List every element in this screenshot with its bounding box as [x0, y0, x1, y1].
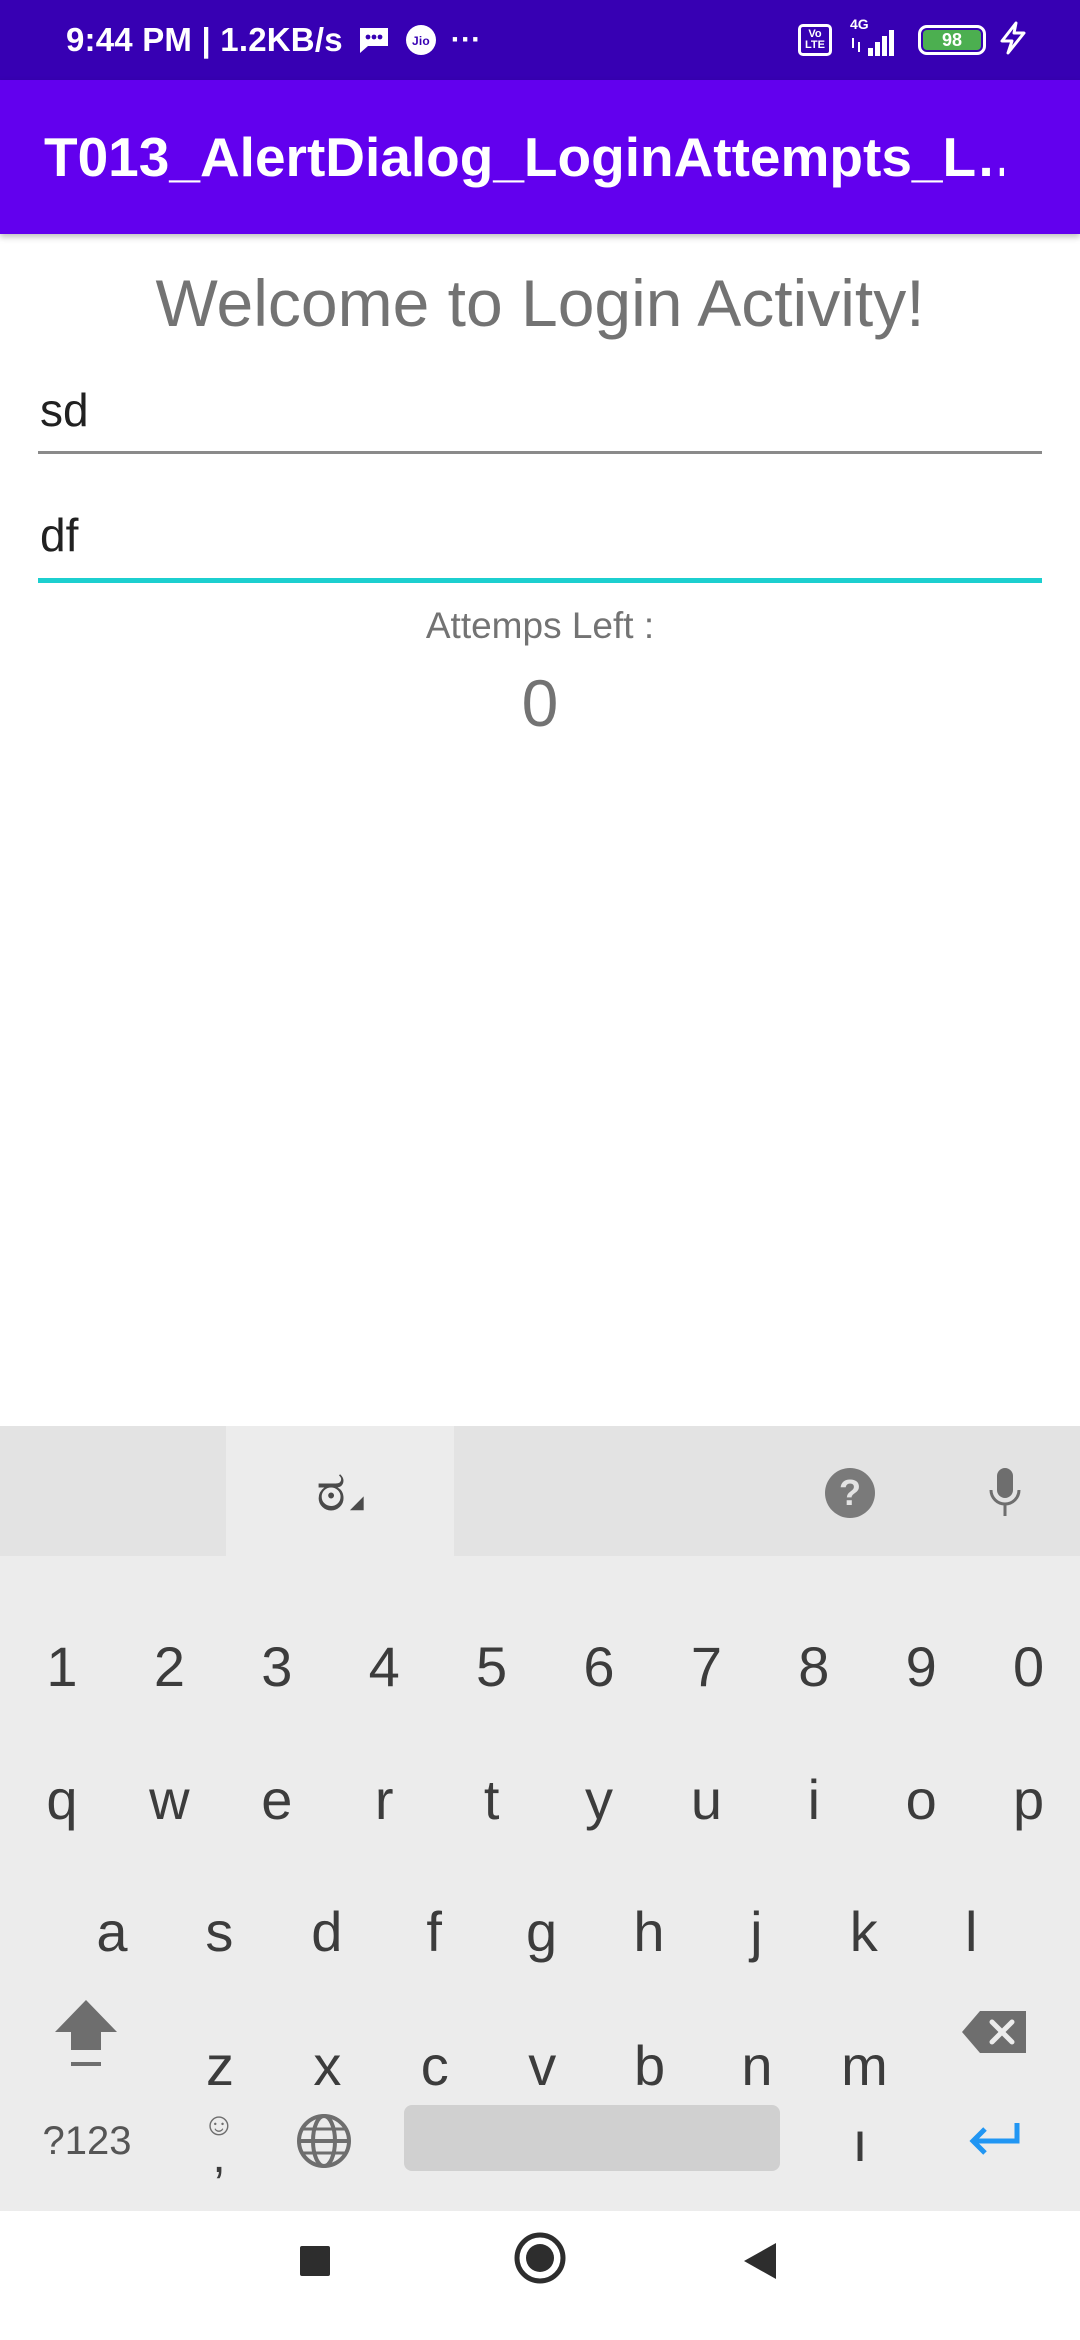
signal-icon: 4G	[844, 16, 906, 62]
key-row-numbers-0[interactable]: 1	[18, 1611, 106, 1721]
key-row-1-5[interactable]: y	[555, 1744, 643, 1854]
username-field[interactable]: sd	[38, 383, 1042, 455]
key-row-1-0[interactable]: q	[18, 1744, 106, 1854]
key-row-1-3[interactable]: r	[340, 1744, 428, 1854]
backspace-icon	[962, 2011, 1026, 2053]
key-row-numbers-2[interactable]: 3	[233, 1611, 321, 1721]
recents-button[interactable]	[285, 2231, 345, 2291]
key-row-3-5[interactable]: n	[713, 2010, 801, 2120]
space-bar[interactable]	[404, 2105, 780, 2171]
key-row-1-6[interactable]: u	[662, 1744, 750, 1854]
key-row-numbers-9[interactable]: 0	[985, 1611, 1073, 1721]
symbols-key[interactable]: ?123	[20, 2086, 154, 2196]
battery-icon: 98	[918, 25, 986, 55]
key-row-1-8[interactable]: o	[877, 1744, 965, 1854]
status-left: 9:44 PM | 1.2KB/s Jio ···	[66, 0, 481, 80]
back-button[interactable]	[730, 2231, 790, 2291]
key-row-3-4[interactable]: b	[606, 2010, 694, 2120]
shift-icon	[55, 2000, 117, 2066]
language-switch-button[interactable]: ಠ ◢	[226, 1426, 454, 1556]
status-right: Vo LTE 4G 98	[798, 0, 1028, 80]
square-icon	[300, 2246, 330, 2276]
key-row-2-5[interactable]: h	[605, 1876, 693, 1986]
key-row-numbers-6[interactable]: 7	[662, 1611, 750, 1721]
key-row-2-3[interactable]: f	[390, 1876, 478, 1986]
volte-icon: Vo LTE	[798, 24, 832, 56]
key-row-1-4[interactable]: t	[448, 1744, 536, 1854]
key-row-numbers-3[interactable]: 4	[340, 1611, 428, 1721]
key-row-numbers-4[interactable]: 5	[448, 1611, 536, 1721]
home-button[interactable]	[510, 2228, 570, 2288]
password-field[interactable]: df	[38, 508, 1042, 584]
welcome-heading: Welcome to Login Activity!	[155, 266, 925, 340]
password-value: df	[40, 509, 79, 561]
help-icon[interactable]: ?	[825, 1468, 875, 1518]
key-row-2-8[interactable]: l	[927, 1876, 1015, 1986]
key-row-1-2[interactable]: e	[233, 1744, 321, 1854]
enter-icon	[969, 2123, 1020, 2155]
key-row-numbers-5[interactable]: 6	[555, 1611, 643, 1721]
key-row-2-2[interactable]: d	[283, 1876, 371, 1986]
key-row-1-9[interactable]: p	[985, 1744, 1073, 1854]
period-key[interactable]: ı	[820, 2086, 900, 2196]
attempts-label: Attemps Left :	[425, 605, 655, 646]
language-dropdown-icon: ◢	[349, 1491, 364, 1512]
circle-icon	[514, 2232, 566, 2284]
jio-icon: Jio	[405, 24, 437, 56]
svg-text:Jio: Jio	[412, 34, 430, 48]
backspace-key[interactable]	[950, 1977, 1040, 2087]
key-row-2-0[interactable]: a	[68, 1876, 156, 1986]
status-bar: 9:44 PM | 1.2KB/s Jio ··· Vo LTE 4G 98	[0, 0, 1080, 80]
status-time: 9:44 PM | 1.2KB/s	[66, 21, 343, 58]
key-row-2-6[interactable]: j	[712, 1876, 800, 1986]
key-row-1-1[interactable]: w	[125, 1744, 213, 1854]
enter-key[interactable]	[950, 2086, 1040, 2196]
keyboard-toolbar	[0, 1426, 1080, 1556]
keyboard: ಠ ◢ ? 1234567890 qwertyuiop asdfghjkl zxc…	[0, 1426, 1080, 2211]
charging-icon	[998, 21, 1028, 60]
key-row-2-1[interactable]: s	[175, 1876, 263, 1986]
language-glyph: ಠ	[316, 1458, 346, 1522]
app-bar: T013_AlertDialog_LoginAttempts_L…	[0, 80, 1080, 234]
back-triangle-icon	[744, 2243, 776, 2279]
more-icon: ···	[450, 23, 482, 56]
key-row-1-7[interactable]: i	[770, 1744, 858, 1854]
shift-key[interactable]	[40, 1977, 132, 2087]
key-row-2-4[interactable]: g	[498, 1876, 586, 1986]
globe-icon	[297, 2114, 351, 2168]
navigation-bar	[0, 2211, 1080, 2340]
globe-key[interactable]	[282, 2086, 366, 2196]
password-underline	[38, 578, 1042, 583]
attempts-value: 0	[521, 666, 559, 740]
message-icon	[357, 25, 391, 55]
microphone-icon[interactable]	[985, 1464, 1025, 1524]
key-row-numbers-1[interactable]: 2	[125, 1611, 213, 1721]
key-row-3-3[interactable]: v	[498, 2010, 586, 2120]
key-row-2-7[interactable]: k	[820, 1876, 908, 1986]
username-value: sd	[40, 384, 89, 436]
key-row-3-2[interactable]: c	[391, 2010, 479, 2120]
emoji-comma-key[interactable]: ☺ ,	[178, 2086, 260, 2196]
key-row-numbers-7[interactable]: 8	[770, 1611, 858, 1721]
key-row-numbers-8[interactable]: 9	[877, 1611, 965, 1721]
username-underline	[38, 451, 1042, 454]
app-title: T013_AlertDialog_LoginAttempts_L…	[44, 126, 1004, 188]
